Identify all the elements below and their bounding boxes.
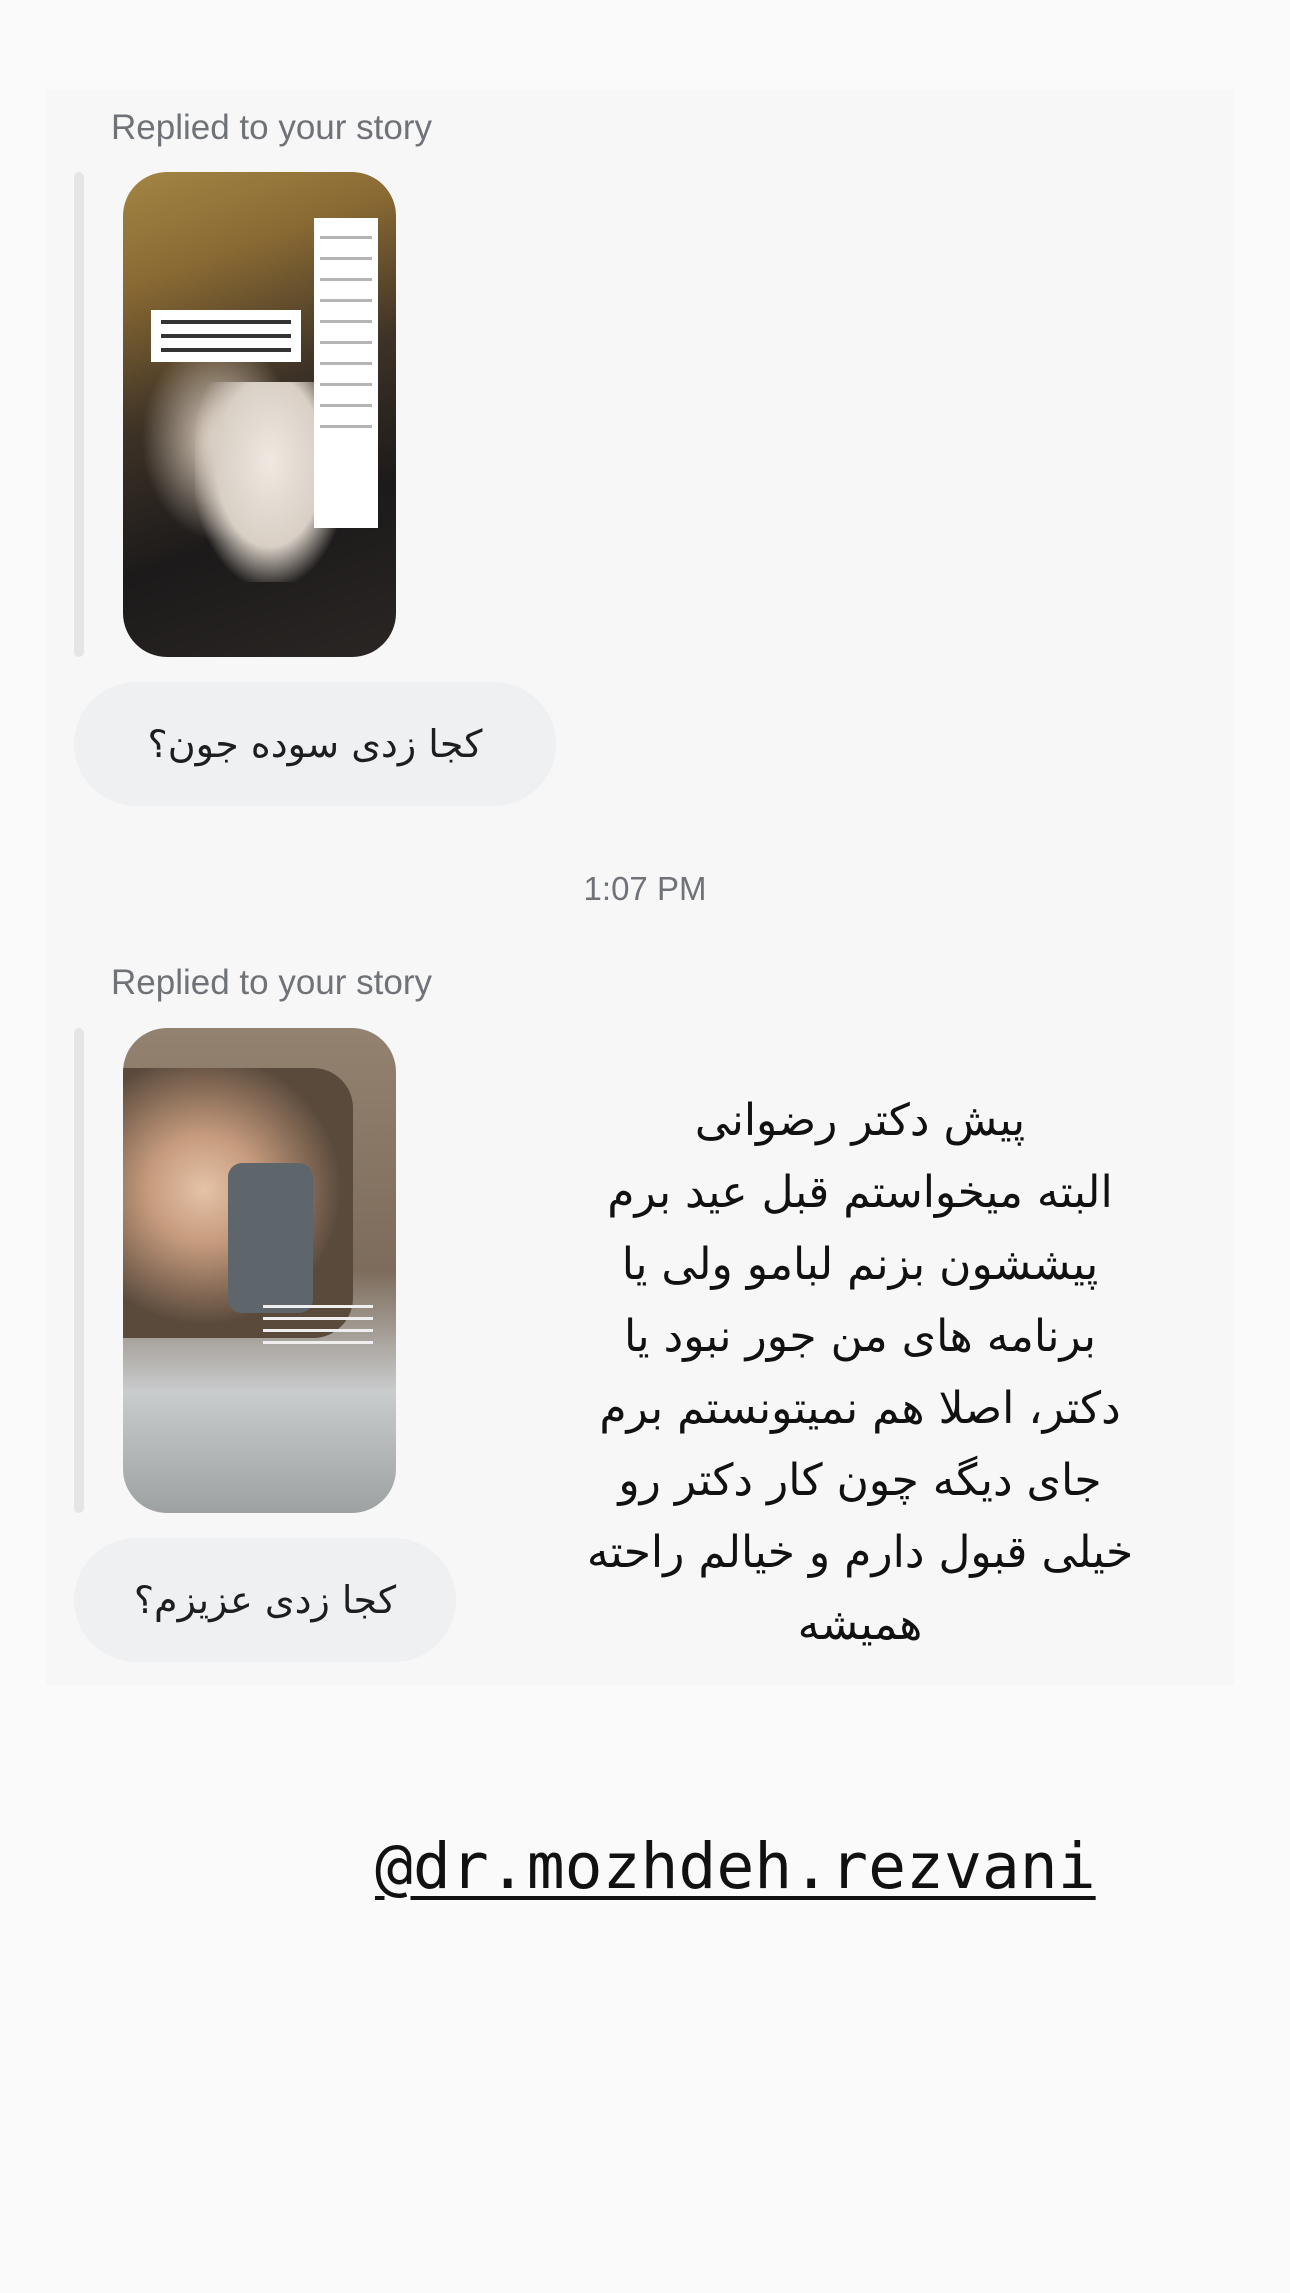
story-thumbnail-1[interactable] xyxy=(123,172,396,657)
message-timestamp: 1:07 PM xyxy=(583,870,707,907)
mention-link[interactable]: @dr.mozhdeh.rezvani xyxy=(375,1830,1096,1903)
overlay-line: خیلی قبول دارم و خیالم راحته xyxy=(586,1527,1134,1578)
overlay-line: پیششون بزنم لبامو ولی یا xyxy=(621,1239,1099,1290)
replied-to-story-label: Replied to your story xyxy=(111,108,432,147)
story-reply-bar xyxy=(74,172,84,657)
overlay-line: دکتر، اصلا هم نمیتونستم برم xyxy=(599,1383,1121,1434)
story-reply-bar xyxy=(74,1028,84,1513)
overlay-line: جای دیگه چون کار دکتر رو xyxy=(618,1455,1102,1506)
story-text-sticker xyxy=(151,310,301,362)
story-caption xyxy=(263,1296,373,1344)
story-thumbnail-2[interactable] xyxy=(123,1028,396,1513)
overlay-line: همیشه xyxy=(797,1599,923,1650)
overlay-line: برنامه های من جور نبود یا xyxy=(623,1311,1097,1362)
overlay-line: پیش دکتر رضوانی xyxy=(694,1095,1026,1146)
story-screenshot-panel xyxy=(314,218,378,528)
story-overlay-text: پیش دکتر رضوانی البته میخواستم قبل عید ب… xyxy=(520,1085,1200,1661)
message-bubble[interactable]: کجا زدی سوده جون؟ xyxy=(74,682,556,806)
replied-to-story-label: Replied to your story xyxy=(111,963,432,1002)
overlay-line: البته میخواستم قبل عید برم xyxy=(607,1167,1113,1218)
phone-in-photo xyxy=(228,1163,313,1313)
message-bubble[interactable]: کجا زدی عزیزم؟ xyxy=(74,1538,456,1662)
